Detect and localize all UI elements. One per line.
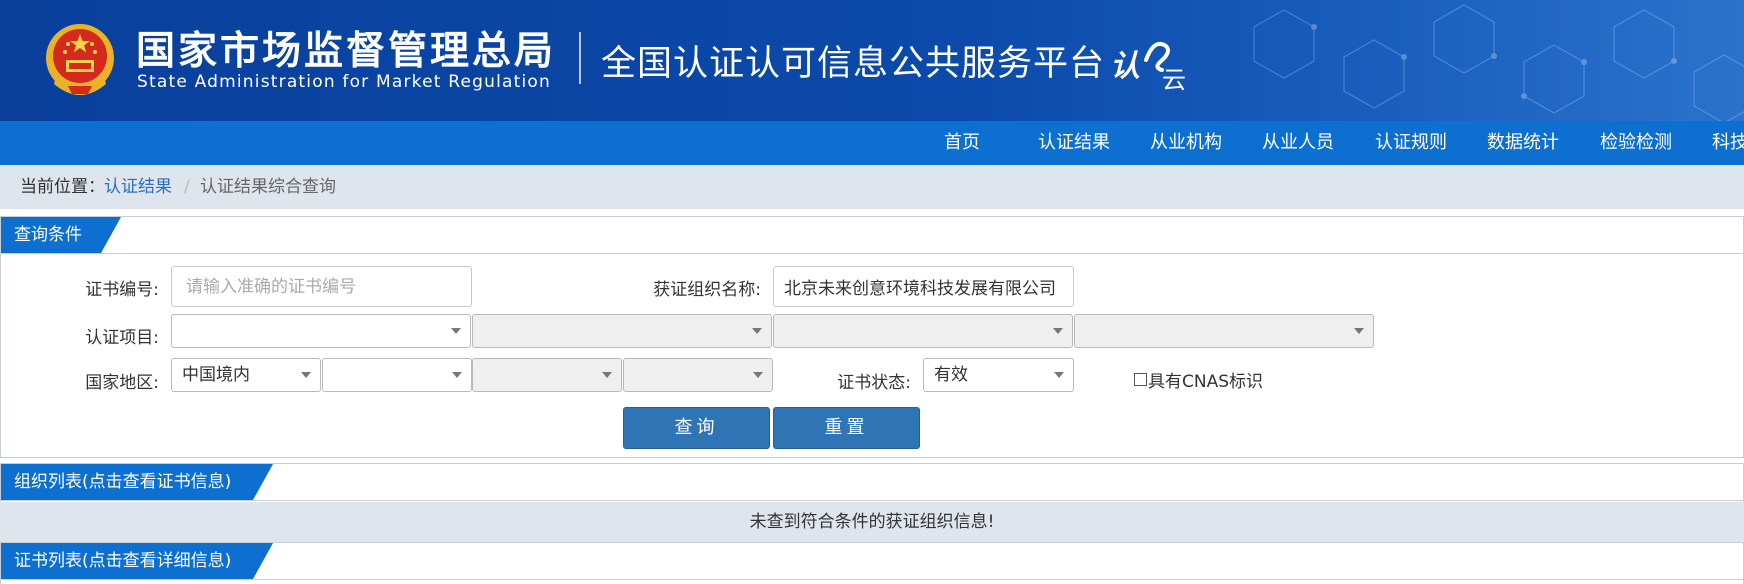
search-button[interactable]: 查询 xyxy=(623,407,770,449)
org-list-empty-message: 未查到符合条件的获证组织信息! xyxy=(0,502,1744,542)
cert-status-select-value: 有效 xyxy=(934,365,968,385)
breadcrumb-current: 认证结果综合查询 xyxy=(200,177,336,197)
chevron-down-icon xyxy=(1354,328,1364,334)
org-name-en: State Administration for Market Regulati… xyxy=(137,72,551,92)
cert-no-input[interactable] xyxy=(171,266,472,307)
nav-institutions[interactable]: 从业机构 xyxy=(1150,121,1222,165)
chevron-down-icon xyxy=(301,372,311,378)
region-select-3[interactable] xyxy=(472,358,622,392)
cert-list-title: 证书列表(点击查看详细信息) xyxy=(1,543,273,579)
cert-project-select-1[interactable] xyxy=(171,314,471,348)
main-nav: 首页 认证结果 从业机构 从业人员 认证规则 数据统计 检验检测 科技 xyxy=(0,121,1744,165)
org-name-input[interactable] xyxy=(773,266,1074,307)
breadcrumb: 当前位置： 认证结果 / 认证结果综合查询 xyxy=(0,165,1744,209)
chevron-down-icon xyxy=(451,328,461,334)
nav-inspection[interactable]: 检验检测 xyxy=(1600,121,1672,165)
chevron-down-icon xyxy=(752,328,762,334)
region-label: 国家地区: xyxy=(85,373,159,393)
region-select-1[interactable]: 中国境内 xyxy=(171,358,321,392)
chevron-down-icon xyxy=(452,372,462,378)
reset-button[interactable]: 重置 xyxy=(773,407,920,449)
header-banner: 国家市场监督管理总局 State Administration for Mark… xyxy=(0,0,1744,121)
cert-status-select[interactable]: 有效 xyxy=(923,358,1074,392)
cnas-checkbox-label: 具有CNAS标识 xyxy=(1148,372,1264,392)
cert-no-label: 证书编号: xyxy=(85,280,159,300)
nav-personnel[interactable]: 从业人员 xyxy=(1262,121,1334,165)
cert-list-panel-header: 证书列表(点击查看详细信息) xyxy=(1,543,1743,580)
chevron-down-icon xyxy=(1053,328,1063,334)
nav-home[interactable]: 首页 xyxy=(944,121,980,165)
cert-project-select-4[interactable] xyxy=(1074,314,1374,348)
org-list-title: 组织列表(点击查看证书信息) xyxy=(1,464,273,500)
hexagon-pattern-decoration xyxy=(1253,4,1744,121)
breadcrumb-prefix: 当前位置： xyxy=(20,177,105,197)
nav-statistics[interactable]: 数据统计 xyxy=(1487,121,1559,165)
org-name-label: 获证组织名称: xyxy=(653,280,761,300)
org-name-cn: 国家市场监督管理总局 xyxy=(136,29,557,74)
region-select-2[interactable] xyxy=(322,358,472,392)
brand-mark-char-2: 云 xyxy=(1162,66,1186,92)
nav-technology[interactable]: 科技 xyxy=(1712,121,1744,165)
cert-list-panel: 证书列表(点击查看详细信息) xyxy=(0,542,1744,584)
checkbox-icon[interactable] xyxy=(1134,373,1147,386)
cert-status-label: 证书状态: xyxy=(837,373,911,393)
chevron-down-icon xyxy=(753,372,763,378)
region-select-4[interactable] xyxy=(623,358,773,392)
cert-project-select-2[interactable] xyxy=(472,314,772,348)
query-panel-header: 查询条件 xyxy=(1,217,1743,254)
national-emblem-icon xyxy=(46,24,114,95)
renyun-logo: 认 云 xyxy=(1110,41,1186,92)
org-list-panel-header: 组织列表(点击查看证书信息) xyxy=(1,464,1743,501)
chevron-down-icon xyxy=(1054,372,1064,378)
query-panel-title: 查询条件 xyxy=(1,217,121,253)
brand-mark-char-1: 认 xyxy=(1110,49,1140,84)
nav-cert-rules[interactable]: 认证规则 xyxy=(1375,121,1447,165)
header-divider xyxy=(579,32,581,84)
query-panel: 查询条件 证书编号: 获证组织名称: 认证项目: 国家地区: 中国境内 证书状态… xyxy=(0,216,1744,458)
platform-title: 全国认证认可信息公共服务平台 xyxy=(601,44,1106,84)
org-list-panel: 组织列表(点击查看证书信息) xyxy=(0,463,1744,503)
cert-project-label: 认证项目: xyxy=(85,328,159,348)
breadcrumb-separator: / xyxy=(184,177,190,197)
breadcrumb-link-cert-results[interactable]: 认证结果 xyxy=(104,165,172,209)
cert-project-select-3[interactable] xyxy=(773,314,1073,348)
region-select-1-value: 中国境内 xyxy=(182,365,250,385)
nav-cert-results[interactable]: 认证结果 xyxy=(1038,121,1110,165)
cnas-checkbox[interactable]: 具有CNAS标识 xyxy=(1134,367,1263,392)
chevron-down-icon xyxy=(602,372,612,378)
